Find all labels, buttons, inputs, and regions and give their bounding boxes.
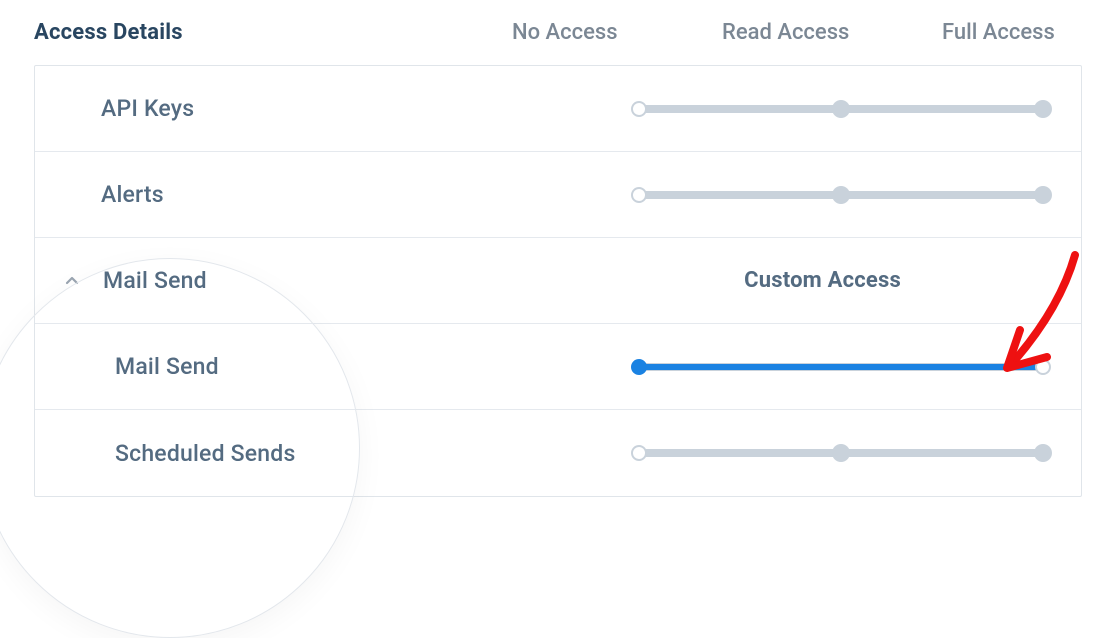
- col-full-access: Full Access: [942, 20, 1082, 45]
- row-mail-send-group[interactable]: Mail Send Custom Access: [35, 238, 1081, 324]
- access-panel: API Keys Alerts Mail Send Custom Access …: [34, 65, 1082, 497]
- col-read-access: Read Access: [722, 20, 942, 45]
- slider-stop-full[interactable]: [1034, 100, 1052, 118]
- slider-stop-none[interactable]: [631, 187, 647, 203]
- slider-stop-read[interactable]: [832, 186, 850, 204]
- row-alerts: Alerts: [35, 152, 1081, 238]
- slider-fill: [639, 364, 1043, 370]
- slider-stop-read[interactable]: [832, 444, 850, 462]
- row-scheduled-sends: Scheduled Sends: [35, 410, 1081, 496]
- slider-stop-none[interactable]: [631, 101, 647, 117]
- section-title: Access Details: [34, 20, 183, 45]
- slider-stop-read[interactable]: [832, 100, 850, 118]
- row-label: Scheduled Sends: [115, 440, 296, 467]
- slider-mail-send[interactable]: [631, 358, 1051, 376]
- slider-stop-full[interactable]: [1035, 359, 1051, 375]
- row-label: Mail Send: [103, 267, 207, 294]
- slider-stop-none[interactable]: [631, 445, 647, 461]
- slider-api-keys[interactable]: [631, 100, 1051, 118]
- slider-stop-full[interactable]: [1034, 186, 1052, 204]
- row-label: Alerts: [101, 181, 164, 208]
- row-mail-send: Mail Send: [35, 324, 1081, 410]
- row-label: API Keys: [101, 95, 194, 122]
- col-no-access: No Access: [512, 20, 722, 45]
- row-api-keys: API Keys: [35, 66, 1081, 152]
- chevron-up-icon[interactable]: [61, 270, 83, 292]
- slider-stop-none[interactable]: [631, 359, 647, 375]
- slider-stop-full[interactable]: [1034, 444, 1052, 462]
- access-header: Access Details No Access Read Access Ful…: [0, 0, 1116, 65]
- column-headers: No Access Read Access Full Access: [512, 20, 1082, 45]
- row-label: Mail Send: [115, 353, 219, 380]
- slider-scheduled-sends[interactable]: [631, 444, 1051, 462]
- custom-access-label: Custom Access: [744, 268, 901, 293]
- slider-alerts[interactable]: [631, 186, 1051, 204]
